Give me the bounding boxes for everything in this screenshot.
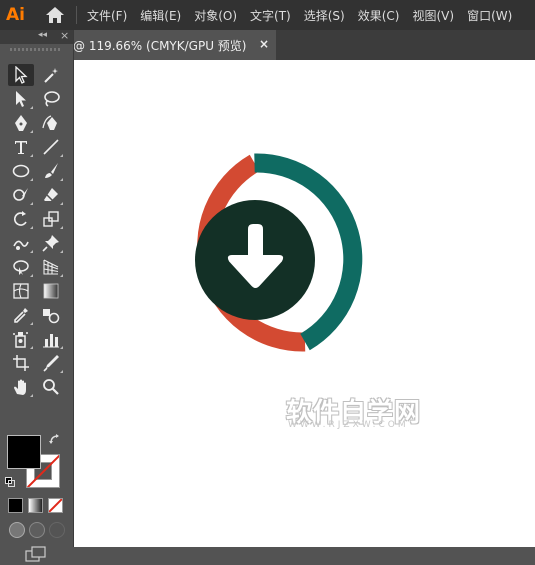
eyedropper-tool-icon[interactable] <box>8 304 34 326</box>
home-icon[interactable] <box>44 4 66 26</box>
document-tab-bar: @ 119.66% (CMYK/GPU 预览) × <box>73 30 535 60</box>
tools-panel: ◂◂ × <box>0 29 74 562</box>
swap-fill-stroke-icon[interactable] <box>49 434 61 449</box>
ellipse-tool-icon[interactable] <box>8 160 34 182</box>
menu-edit[interactable]: 编辑(E) <box>140 7 181 24</box>
mesh-tool-icon[interactable] <box>8 280 34 302</box>
symbol-sprayer-tool-icon[interactable] <box>8 328 34 350</box>
eraser-tool-icon[interactable] <box>38 184 64 206</box>
gradient-mode-swatch[interactable] <box>28 498 43 513</box>
blend-tool-icon[interactable] <box>38 304 64 326</box>
menu-bar: Ai 文件(F) 编辑(E) 对象(O) 文字(T) 选择(S) 效果(C) 视… <box>0 0 535 30</box>
menu-object[interactable]: 对象(O) <box>194 7 237 24</box>
draw-normal-icon[interactable] <box>9 522 25 538</box>
magic-wand-tool-icon[interactable] <box>38 64 64 86</box>
artboard-canvas[interactable]: 软件自学网 WWW.RJZXW.COM <box>74 60 535 547</box>
line-segment-tool-icon[interactable] <box>38 136 64 158</box>
default-fill-stroke-icon[interactable] <box>5 476 15 487</box>
document-tab[interactable]: @ 119.66% (CMYK/GPU 预览) × <box>73 30 276 60</box>
type-tool-icon[interactable] <box>8 136 34 158</box>
menu-effect[interactable]: 效果(C) <box>358 7 400 24</box>
document-tab-title: @ 119.66% (CMYK/GPU 预览) <box>73 38 247 53</box>
menu-file[interactable]: 文件(F) <box>87 7 127 24</box>
draw-inside-icon[interactable] <box>49 522 65 538</box>
tools-panel-header: ◂◂ × <box>0 29 73 44</box>
pin-tool-icon[interactable] <box>38 232 64 254</box>
panel-grip[interactable] <box>10 48 60 51</box>
watermark-url: WWW.RJZXW.COM <box>288 420 409 430</box>
collapse-panel-icon[interactable]: ◂◂ <box>38 30 47 40</box>
menu-select[interactable]: 选择(S) <box>304 7 345 24</box>
draw-behind-icon[interactable] <box>29 522 45 538</box>
color-mode-swatch[interactable] <box>8 498 23 513</box>
perspective-grid-tool-icon[interactable] <box>38 256 64 278</box>
rotate-tool-icon[interactable] <box>8 208 34 230</box>
shape-builder-tool-icon[interactable] <box>8 256 34 278</box>
slice-tool-icon[interactable] <box>38 352 64 374</box>
zoom-tool-icon[interactable] <box>38 376 64 398</box>
menu-view[interactable]: 视图(V) <box>412 7 454 24</box>
gradient-tool-icon[interactable] <box>38 280 64 302</box>
pen-tool-icon[interactable] <box>8 112 34 134</box>
scale-tool-icon[interactable] <box>38 208 64 230</box>
none-mode-swatch[interactable] <box>48 498 63 513</box>
fill-swatch[interactable] <box>7 435 41 469</box>
shaper-tool-icon[interactable] <box>8 184 34 206</box>
column-graph-tool-icon[interactable] <box>38 328 64 350</box>
lasso-tool-icon[interactable] <box>38 88 64 110</box>
app-logo: Ai <box>6 5 25 25</box>
direct-selection-tool-icon[interactable] <box>8 88 34 110</box>
close-panel-icon[interactable]: × <box>60 29 69 42</box>
download-icon-artwork[interactable] <box>74 60 535 547</box>
hand-tool-icon[interactable] <box>8 376 34 398</box>
paintbrush-tool-icon[interactable] <box>38 160 64 182</box>
close-icon[interactable]: × <box>259 37 269 51</box>
curvature-tool-icon[interactable] <box>38 112 64 134</box>
puppet-warp-tool-icon[interactable] <box>8 232 34 254</box>
menu-window[interactable]: 窗口(W) <box>467 7 512 24</box>
menu-divider <box>76 6 77 24</box>
menu-type[interactable]: 文字(T) <box>250 7 291 24</box>
selection-tool-icon[interactable] <box>8 64 34 86</box>
screen-mode-icon[interactable] <box>25 546 47 562</box>
artboard-tool-icon[interactable] <box>8 352 34 374</box>
